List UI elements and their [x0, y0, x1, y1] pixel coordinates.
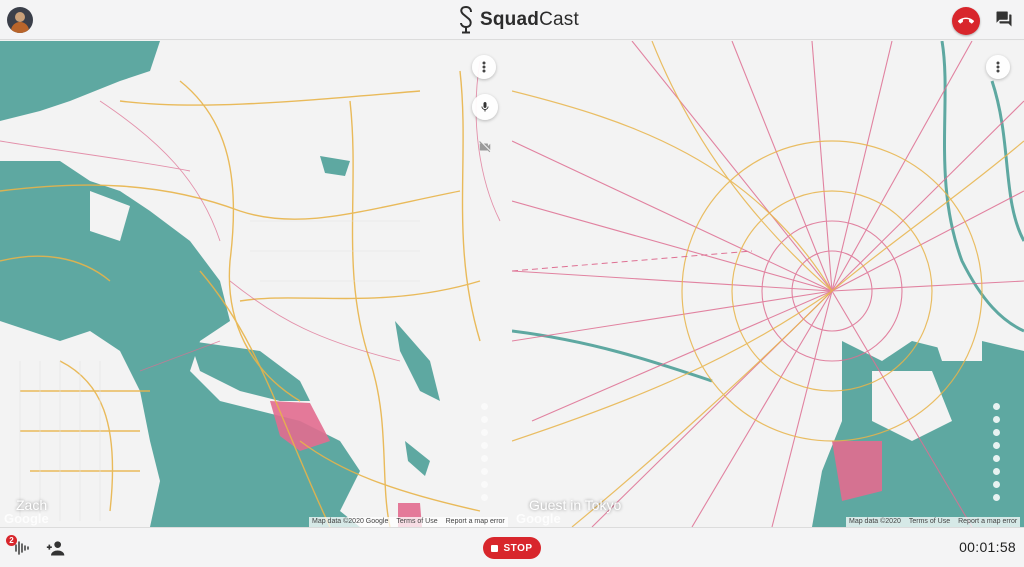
audio-count-badge: 2 [6, 535, 17, 546]
stop-label: STOP [503, 542, 533, 554]
chat-bubble-icon[interactable] [995, 10, 1013, 28]
tile-more-options-button[interactable] [986, 55, 1010, 79]
squadcast-call-window: SquadCast Zach Google Map data ©2020 Goo… [0, 0, 1024, 567]
map-attribution: Map data ©2020 Google Terms of Use Repor… [309, 517, 508, 527]
video-tile-zach: Zach Google Map data ©2020 Google Terms … [0, 41, 512, 527]
audio-level-meter [993, 403, 1000, 501]
google-watermark: Google [516, 511, 561, 526]
recording-timer: 00:01:58 [959, 539, 1016, 555]
hangup-button[interactable] [952, 7, 980, 35]
add-person-icon[interactable] [46, 539, 66, 557]
stop-icon [491, 544, 499, 552]
terms-link[interactable]: Terms of Use [396, 518, 437, 526]
terms-link[interactable]: Terms of Use [909, 518, 950, 526]
brand-logo: SquadCast [456, 4, 579, 36]
map-video-feed [512, 41, 1024, 527]
brand-name: SquadCast [480, 9, 579, 30]
tile-more-options-button[interactable] [472, 55, 496, 79]
google-watermark: Google [4, 511, 49, 526]
more-options-icon [996, 61, 1000, 73]
map-data-text: Map data ©2020 [849, 518, 901, 525]
bottom-bar: 2 STOP 00:01:58 [0, 527, 1024, 567]
map-video-feed [0, 41, 512, 527]
toggle-camera-button[interactable] [472, 134, 498, 160]
top-bar: SquadCast [0, 0, 1024, 40]
user-avatar[interactable] [7, 7, 33, 33]
stop-recording-button[interactable]: STOP [483, 537, 541, 559]
audio-level-meter [481, 403, 488, 501]
mute-microphone-button[interactable] [472, 94, 498, 120]
map-attribution: Map data ©2020 Terms of Use Report a map… [846, 517, 1021, 527]
camera-off-icon [479, 141, 491, 153]
map-data-text: Map data ©2020 Google [312, 518, 389, 525]
microphone-icon [481, 102, 489, 112]
more-options-icon [482, 61, 486, 73]
video-tile-guest-tokyo: Guest in Tokyo Google Map data ©2020 Ter… [512, 41, 1024, 527]
squadcast-mic-icon [460, 6, 472, 34]
report-error-link[interactable]: Report a map error [446, 518, 505, 526]
report-error-link[interactable]: Report a map error [958, 518, 1017, 526]
phone-hangup-icon [958, 17, 974, 24]
